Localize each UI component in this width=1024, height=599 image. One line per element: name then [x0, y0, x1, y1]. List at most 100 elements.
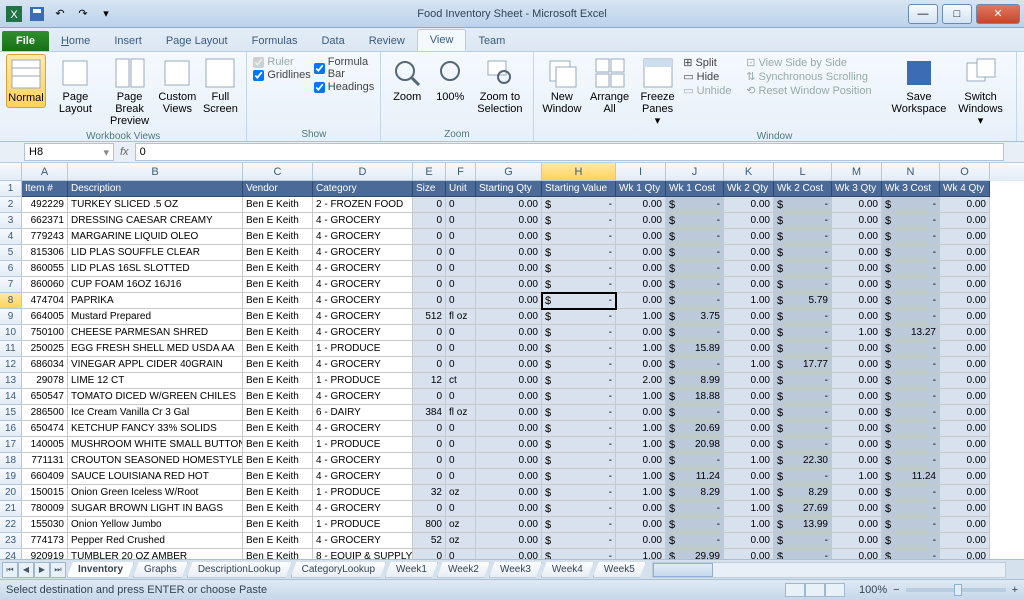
maximize-button[interactable]: □: [942, 4, 972, 24]
cell-O11[interactable]: 0.00: [940, 341, 990, 357]
cell-L6[interactable]: $ -: [774, 261, 832, 277]
cell-H20[interactable]: $ -: [542, 485, 616, 501]
cell-D15[interactable]: 6 - DAIRY: [313, 405, 413, 421]
cell-M16[interactable]: 0.00: [832, 421, 882, 437]
freeze-panes-button[interactable]: FreezePanes ▾: [635, 54, 680, 130]
sheet-tab-week1[interactable]: Week1: [385, 562, 438, 578]
cell-M7[interactable]: 0.00: [832, 277, 882, 293]
cell-C7[interactable]: Ben E Keith: [243, 277, 313, 293]
cell-L20[interactable]: $ 8.29: [774, 485, 832, 501]
row-header-9[interactable]: 9: [0, 309, 22, 325]
cell-E9[interactable]: 512: [413, 309, 446, 325]
cell-J10[interactable]: $ -: [666, 325, 724, 341]
cell-O22[interactable]: 0.00: [940, 517, 990, 533]
cell-O10[interactable]: 0.00: [940, 325, 990, 341]
cell-F20[interactable]: oz: [446, 485, 476, 501]
cell-I9[interactable]: 1.00: [616, 309, 666, 325]
cell-C17[interactable]: Ben E Keith: [243, 437, 313, 453]
normal-view-icon[interactable]: [785, 583, 805, 597]
cell-M19[interactable]: 1.00: [832, 469, 882, 485]
cell-C16[interactable]: Ben E Keith: [243, 421, 313, 437]
cell-L17[interactable]: $ -: [774, 437, 832, 453]
cell-B11[interactable]: EGG FRESH SHELL MED USDA AA: [68, 341, 243, 357]
cell-H21[interactable]: $ -: [542, 501, 616, 517]
cell-J6[interactable]: $ -: [666, 261, 724, 277]
cell-K2[interactable]: 0.00: [724, 197, 774, 213]
cell-N11[interactable]: $ -: [882, 341, 940, 357]
cell-J8[interactable]: $ -: [666, 293, 724, 309]
zoom-slider[interactable]: [906, 588, 1006, 592]
cell-I23[interactable]: 0.00: [616, 533, 666, 549]
cell-O6[interactable]: 0.00: [940, 261, 990, 277]
cell-M11[interactable]: 0.00: [832, 341, 882, 357]
cell-J20[interactable]: $ 8.29: [666, 485, 724, 501]
cell-M14[interactable]: 0.00: [832, 389, 882, 405]
cell-A23[interactable]: 774173: [22, 533, 68, 549]
tab-view[interactable]: View: [417, 29, 467, 51]
cell-N22[interactable]: $ -: [882, 517, 940, 533]
cell-C11[interactable]: Ben E Keith: [243, 341, 313, 357]
cell-C18[interactable]: Ben E Keith: [243, 453, 313, 469]
header-cell[interactable]: Wk 2 Qty: [724, 181, 774, 197]
switch-windows-button[interactable]: SwitchWindows ▾: [952, 54, 1010, 130]
cell-I11[interactable]: 1.00: [616, 341, 666, 357]
cell-A5[interactable]: 815306: [22, 245, 68, 261]
cell-M3[interactable]: 0.00: [832, 213, 882, 229]
cell-A3[interactable]: 662371: [22, 213, 68, 229]
cell-H23[interactable]: $ -: [542, 533, 616, 549]
cell-D6[interactable]: 4 - GROCERY: [313, 261, 413, 277]
cell-B4[interactable]: MARGARINE LIQUID OLEO: [68, 229, 243, 245]
cell-G4[interactable]: 0.00: [476, 229, 542, 245]
cell-O3[interactable]: 0.00: [940, 213, 990, 229]
row-header-20[interactable]: 20: [0, 485, 22, 501]
cell-B5[interactable]: LID PLAS SOUFFLE CLEAR: [68, 245, 243, 261]
cell-O4[interactable]: 0.00: [940, 229, 990, 245]
col-header-G[interactable]: G: [476, 163, 542, 181]
prev-sheet-button[interactable]: ◀: [18, 562, 34, 578]
cell-N21[interactable]: $ -: [882, 501, 940, 517]
cell-J19[interactable]: $ 11.24: [666, 469, 724, 485]
cell-K5[interactable]: 0.00: [724, 245, 774, 261]
cell-O7[interactable]: 0.00: [940, 277, 990, 293]
cell-D11[interactable]: 1 - PRODUCE: [313, 341, 413, 357]
cell-F10[interactable]: 0: [446, 325, 476, 341]
cell-I14[interactable]: 1.00: [616, 389, 666, 405]
worksheet[interactable]: ABCDEFGHIJKLMNO 1Item #DescriptionVendor…: [0, 163, 1024, 561]
cell-F6[interactable]: 0: [446, 261, 476, 277]
cell-O18[interactable]: 0.00: [940, 453, 990, 469]
cell-K17[interactable]: 0.00: [724, 437, 774, 453]
page-break-preview-button[interactable]: Page BreakPreview: [105, 54, 155, 130]
cell-H15[interactable]: $ -: [542, 405, 616, 421]
cell-O16[interactable]: 0.00: [940, 421, 990, 437]
cell-C23[interactable]: Ben E Keith: [243, 533, 313, 549]
cell-E21[interactable]: 0: [413, 501, 446, 517]
cell-L12[interactable]: $ 17.77: [774, 357, 832, 373]
cell-K12[interactable]: 1.00: [724, 357, 774, 373]
header-cell[interactable]: Size: [413, 181, 446, 197]
sheet-tab-inventory[interactable]: Inventory: [67, 562, 134, 578]
cell-K10[interactable]: 0.00: [724, 325, 774, 341]
qat-dropdown-icon[interactable]: ▾: [96, 4, 116, 24]
col-header-F[interactable]: F: [446, 163, 476, 181]
cell-G23[interactable]: 0.00: [476, 533, 542, 549]
row-header-3[interactable]: 3: [0, 213, 22, 229]
cell-M12[interactable]: 0.00: [832, 357, 882, 373]
cell-G10[interactable]: 0.00: [476, 325, 542, 341]
cell-O8[interactable]: 0.00: [940, 293, 990, 309]
row-header-18[interactable]: 18: [0, 453, 22, 469]
row-header-8[interactable]: 8: [0, 293, 22, 309]
cell-N17[interactable]: $ -: [882, 437, 940, 453]
cell-G5[interactable]: 0.00: [476, 245, 542, 261]
cell-M20[interactable]: 0.00: [832, 485, 882, 501]
arrange-all-button[interactable]: ArrangeAll: [587, 54, 632, 118]
cell-J22[interactable]: $ -: [666, 517, 724, 533]
cell-J15[interactable]: $ -: [666, 405, 724, 421]
cell-A21[interactable]: 780009: [22, 501, 68, 517]
cell-H22[interactable]: $ -: [542, 517, 616, 533]
cell-A14[interactable]: 650547: [22, 389, 68, 405]
cell-K13[interactable]: 0.00: [724, 373, 774, 389]
cell-D19[interactable]: 4 - GROCERY: [313, 469, 413, 485]
cell-D5[interactable]: 4 - GROCERY: [313, 245, 413, 261]
cell-O17[interactable]: 0.00: [940, 437, 990, 453]
tab-review[interactable]: Review: [357, 31, 417, 51]
